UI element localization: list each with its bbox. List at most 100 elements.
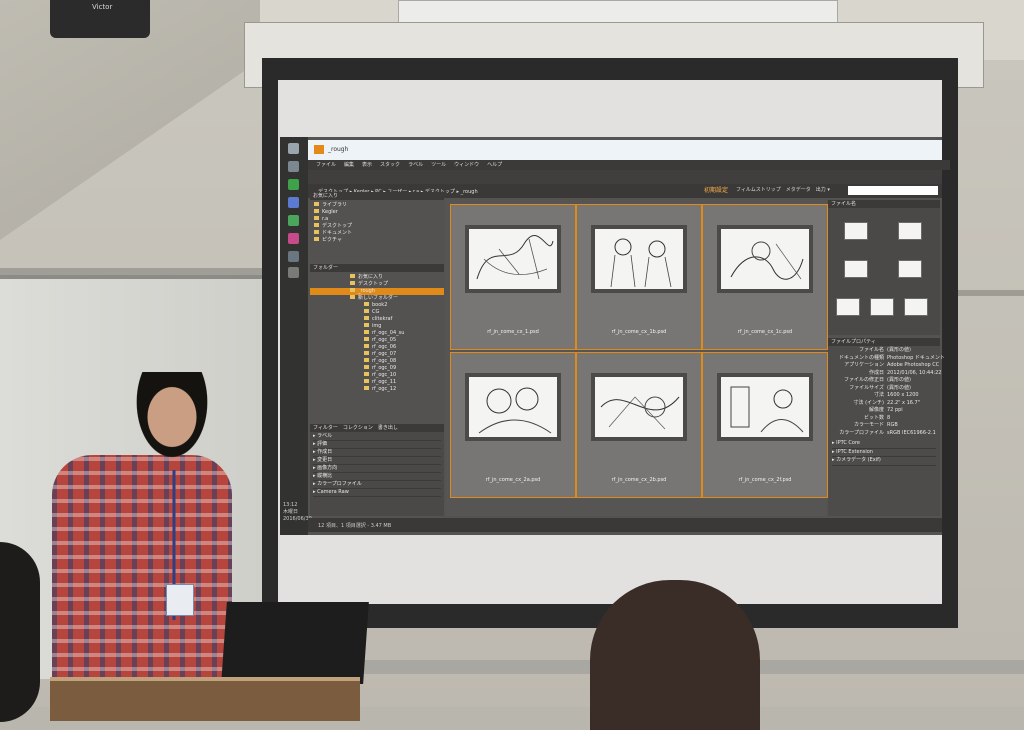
folder-item[interactable]: お気に入り bbox=[310, 274, 444, 281]
workspace-tab-default[interactable]: 初期設定 bbox=[704, 185, 728, 194]
menu-item[interactable]: ツール bbox=[431, 162, 446, 168]
favorite-label: r.a bbox=[322, 216, 329, 222]
metadata-section[interactable]: ▸ IPTC Extension bbox=[832, 449, 936, 457]
metadata-row: アプリケーション Adobe Photoshop CC bbox=[830, 362, 939, 370]
preview-thumb[interactable] bbox=[898, 222, 922, 240]
clock-date: 2016/06/30 bbox=[283, 516, 312, 522]
folder-item[interactable]: clitekraf bbox=[310, 316, 444, 323]
app-icon[interactable] bbox=[288, 215, 299, 226]
menu-item[interactable]: ファイル bbox=[316, 162, 336, 168]
app-icon[interactable] bbox=[288, 233, 299, 244]
menu-item[interactable]: 編集 bbox=[344, 162, 354, 168]
favorite-item[interactable]: ピクチャ bbox=[314, 237, 440, 244]
metadata-value: (異形の値) bbox=[887, 347, 911, 353]
filter-item[interactable]: ▸ Camera Raw bbox=[313, 489, 441, 497]
favorite-item[interactable]: ドキュメント bbox=[314, 230, 440, 237]
folder-label: CG bbox=[372, 309, 380, 315]
folder-item[interactable]: rf_ogc_11 bbox=[310, 379, 444, 386]
metadata-section[interactable]: ▸ IPTC Core bbox=[832, 440, 936, 449]
menu-item[interactable]: ウィンドウ bbox=[454, 162, 479, 168]
filter-panel: フィルター コレクション 書き出し ▸ ラベル ▸ 評価 ▸ 作成日 ▸ 変更日 ▸ 画… bbox=[310, 424, 444, 516]
file-thumbnail[interactable]: rf_jn_come_cx_2f.psd bbox=[702, 352, 828, 498]
filter-item[interactable]: ▸ 変更日 bbox=[313, 457, 441, 465]
favorite-item[interactable]: ライブラリ bbox=[314, 202, 440, 209]
favorite-label: Kegler bbox=[322, 209, 338, 215]
app-icon[interactable] bbox=[288, 197, 299, 208]
content-panel: rf_jn_come_cx_1.psd rf_jn_come_cx_1b.psd r… bbox=[446, 200, 828, 516]
folder-icon bbox=[364, 316, 369, 320]
filter-item[interactable]: ▸ 縦横比 bbox=[313, 473, 441, 481]
thumbnail-frame bbox=[591, 373, 687, 441]
app-icon[interactable] bbox=[288, 267, 299, 278]
folder-label: 新しいフォルダー bbox=[358, 295, 399, 301]
filter-item[interactable]: ▸ 評価 bbox=[313, 441, 441, 449]
metadata-row: ドキュメントの種類 Photoshop ドキュメント bbox=[830, 355, 945, 363]
metadata-key: アプリケーション bbox=[844, 362, 884, 368]
file-thumbnail[interactable]: rf_jn_come_cx_2a.psd bbox=[450, 352, 576, 498]
app-icon[interactable] bbox=[288, 251, 299, 262]
folder-item[interactable]: book2 bbox=[310, 302, 444, 309]
filter-item[interactable]: ▸ 画像方向 bbox=[313, 465, 441, 473]
folder-item[interactable]: _rough bbox=[310, 288, 444, 295]
file-thumbnail[interactable]: rf_jn_come_cx_1.psd bbox=[450, 204, 576, 350]
preview-thumb[interactable] bbox=[870, 298, 894, 316]
search-input[interactable] bbox=[848, 186, 938, 195]
app-icon[interactable] bbox=[288, 179, 299, 190]
folder-icon bbox=[364, 365, 369, 369]
file-thumbnail[interactable]: rf_jn_come_cx_1b.psd bbox=[576, 204, 702, 350]
filter-item[interactable]: ▸ カラープロファイル bbox=[313, 481, 441, 489]
folder-icon bbox=[314, 237, 319, 241]
folder-label: book2 bbox=[372, 302, 388, 308]
preview-thumb[interactable] bbox=[844, 222, 868, 240]
filter-item[interactable]: ▸ ラベル bbox=[313, 433, 441, 441]
preview-thumb[interactable] bbox=[898, 260, 922, 278]
folder-item[interactable]: 新しいフォルダー bbox=[310, 295, 444, 302]
folder-item[interactable]: CG bbox=[310, 309, 444, 316]
audience-member-right bbox=[590, 580, 760, 730]
menu-item[interactable]: ラベル bbox=[408, 162, 423, 168]
favorite-item[interactable]: デスクトップ bbox=[314, 223, 440, 230]
taskbar-clock: 13:12 木曜日 2016/06/30 bbox=[283, 502, 312, 523]
menu-item[interactable]: スタック bbox=[380, 162, 400, 168]
folder-item[interactable]: rf_ogc_08 bbox=[310, 358, 444, 365]
preview-thumb[interactable] bbox=[844, 260, 868, 278]
file-thumbnail[interactable]: rf_jn_come_cx_2b.psd bbox=[576, 352, 702, 498]
workspace-tabs[interactable]: フィルムストリップ メタデータ 出力 ▾ bbox=[736, 186, 830, 193]
favorite-item[interactable]: Kegler bbox=[314, 209, 440, 216]
sketch-image bbox=[469, 377, 557, 437]
filter-item[interactable]: ▸ 作成日 bbox=[313, 449, 441, 457]
metadata-value: sRGB IEC61966-2.1 bbox=[887, 429, 936, 436]
folder-item[interactable]: rf_ogc_06 bbox=[310, 344, 444, 351]
metadata-section[interactable]: ▸ カメラデータ (Exif) bbox=[832, 457, 936, 466]
menu-item[interactable]: ヘルプ bbox=[487, 162, 502, 168]
folder-item[interactable]: img bbox=[310, 323, 444, 330]
metadata-key: 作成日 bbox=[868, 369, 884, 376]
folder-item[interactable]: rf_ogc_10 bbox=[310, 372, 444, 379]
metadata-key: ファイルサイズ bbox=[849, 384, 884, 391]
folder-item[interactable]: デスクトップ bbox=[310, 281, 444, 288]
search-icon[interactable] bbox=[288, 161, 299, 172]
start-icon[interactable] bbox=[288, 143, 299, 154]
folder-item[interactable]: rf_ogc_12 bbox=[310, 386, 444, 393]
folder-icon bbox=[314, 230, 319, 234]
file-thumbnail[interactable]: rf_jn_come_cx_1c.psd bbox=[702, 204, 828, 350]
folder-label: rf_ogc_08 bbox=[372, 358, 397, 364]
metadata-key: ファイルの修正日 bbox=[843, 377, 884, 383]
preview-thumb[interactable] bbox=[836, 298, 860, 316]
sketch-image bbox=[595, 229, 683, 289]
filter-header: フィルター コレクション 書き出し bbox=[310, 424, 444, 432]
folder-item[interactable]: rf_ogc_07 bbox=[310, 351, 444, 358]
folder-item[interactable]: rf_ogc_05 bbox=[310, 337, 444, 344]
folder-icon bbox=[364, 372, 369, 376]
menu-item[interactable]: 表示 bbox=[362, 162, 372, 168]
metadata-row: カラーモード RGB bbox=[830, 422, 938, 430]
presenter-head bbox=[127, 372, 217, 472]
preview-thumb[interactable] bbox=[904, 298, 928, 316]
folder-label: お気に入り bbox=[358, 274, 384, 280]
favorite-item[interactable]: r.a bbox=[314, 216, 440, 223]
folder-icon bbox=[364, 337, 369, 341]
metadata-row: 解像度 72 ppi bbox=[830, 407, 938, 415]
folder-item[interactable]: rf_ogc_04_su bbox=[310, 330, 444, 337]
folder-icon bbox=[314, 223, 319, 227]
folder-item[interactable]: rf_ogc_09 bbox=[310, 365, 444, 372]
